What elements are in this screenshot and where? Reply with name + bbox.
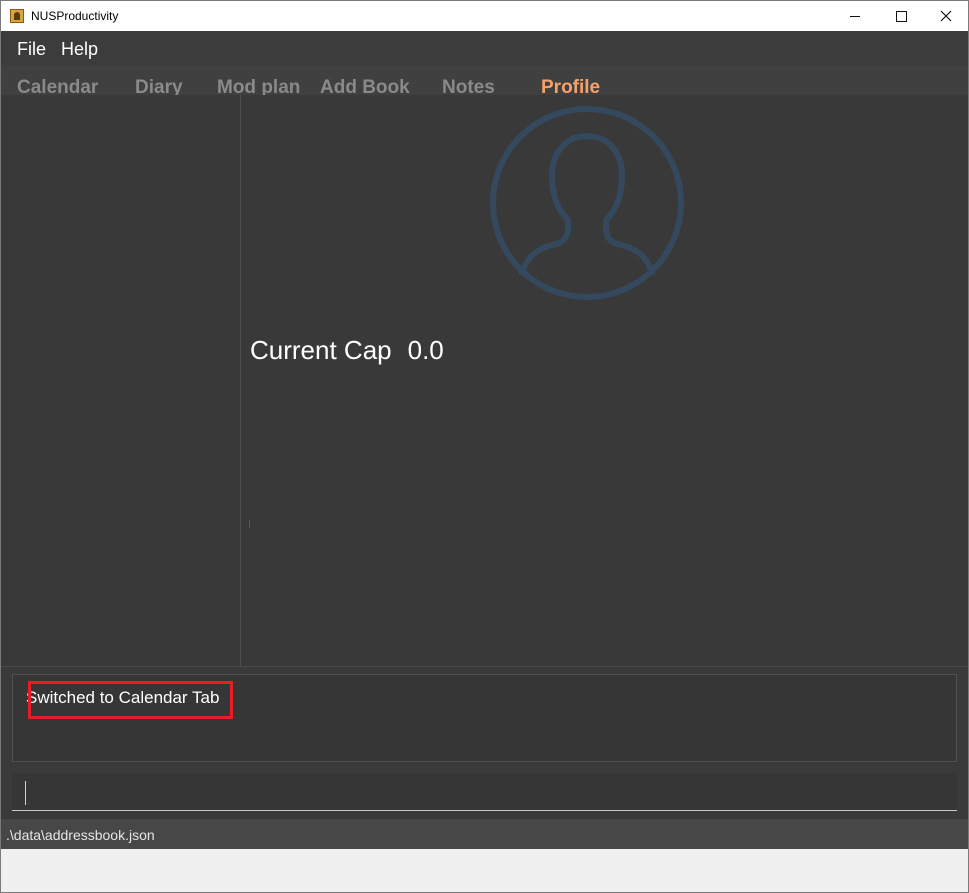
result-display-area: Switched to Calendar Tab: [1, 666, 968, 768]
maximize-button[interactable]: [878, 1, 924, 31]
menu-bar: File Help: [1, 31, 968, 65]
text-caret: [25, 781, 26, 805]
window-title: NUSProductivity: [31, 9, 119, 23]
current-cap-row: Current Cap 0.0: [250, 335, 444, 366]
close-button[interactable]: [923, 1, 968, 31]
result-display: Switched to Calendar Tab: [12, 674, 957, 762]
user-silhouette-icon: [490, 106, 684, 300]
close-icon: [940, 10, 952, 22]
current-cap-value: 0.0: [407, 335, 444, 365]
minimize-button[interactable]: [832, 1, 878, 31]
profile-panel: Current Cap 0.0: [241, 95, 968, 666]
tab-bar: Calendar Diary Mod plan Add Book Notes P…: [1, 65, 968, 98]
app-icon: [10, 9, 24, 23]
minimize-icon: [850, 15, 860, 17]
app-window: NUSProductivity File Help Calendar Diary…: [0, 0, 969, 893]
status-bar: .\data\addressbook.json: [1, 819, 968, 849]
save-location: .\data\addressbook.json: [6, 827, 155, 843]
menu-help[interactable]: Help: [61, 39, 98, 60]
title-bar[interactable]: NUSProductivity: [1, 1, 968, 31]
divider-mark: [249, 520, 250, 528]
sidebar-panel: [1, 95, 241, 666]
command-box-area: [1, 767, 968, 819]
menu-file[interactable]: File: [17, 39, 46, 60]
current-cap-label: Current Cap: [250, 335, 392, 365]
maximize-icon: [895, 10, 907, 22]
command-input[interactable]: [12, 773, 957, 811]
bottom-strip: [1, 849, 968, 892]
highlight-box: [28, 681, 233, 719]
